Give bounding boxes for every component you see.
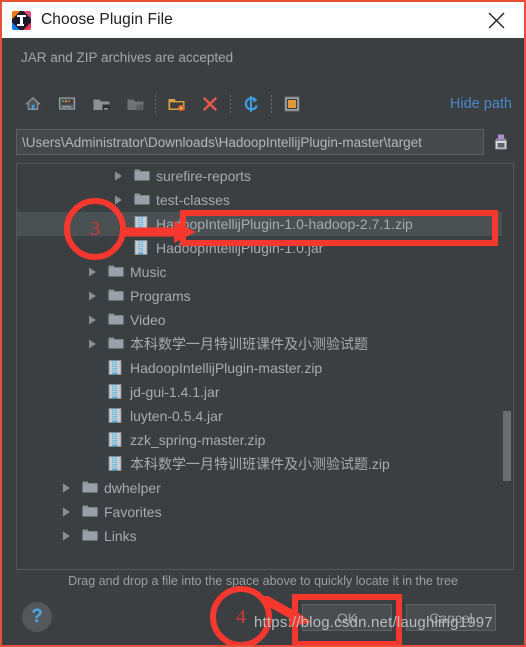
tree-row-label: Links — [104, 528, 137, 544]
tree-row[interactable]: zzk_spring-master.zip — [17, 428, 513, 452]
folder-icon — [82, 480, 98, 496]
tree-row-label: Favorites — [104, 504, 162, 520]
toolbar-separator — [271, 95, 272, 113]
chevron-right-icon[interactable] — [85, 289, 99, 303]
vertical-scrollbar[interactable] — [502, 164, 513, 569]
folder-icon — [82, 528, 98, 544]
tree-row[interactable]: 本科数学一月特训班课件及小测验试题.zip — [17, 452, 513, 476]
tree-row[interactable]: jd-gui-1.4.1.jar — [17, 380, 513, 404]
tree-row[interactable]: Links — [17, 524, 513, 548]
tree-row-label: Music — [130, 264, 167, 280]
tree-no-twisty — [85, 409, 99, 423]
tree-row-label: dwhelper — [104, 480, 161, 496]
tree-row-label: HadoopIntellijPlugin-master.zip — [130, 360, 323, 376]
scrollbar-thumb[interactable] — [503, 411, 511, 481]
folder-icon — [108, 312, 124, 328]
desktop-icon[interactable] — [50, 89, 84, 119]
toolbar-separator — [155, 95, 156, 113]
tree-row[interactable]: HadoopIntellijPlugin-master.zip — [17, 356, 513, 380]
toolbar-separator — [230, 95, 231, 113]
chevron-right-icon[interactable] — [59, 505, 73, 519]
archive-file-icon — [108, 408, 124, 424]
tree-no-twisty — [85, 361, 99, 375]
archive-file-icon — [108, 360, 124, 376]
folder-icon — [108, 336, 124, 352]
tree-row[interactable]: Video — [17, 308, 513, 332]
tree-row-label: jd-gui-1.4.1.jar — [130, 384, 220, 400]
tree-row[interactable]: Music — [17, 260, 513, 284]
tree-row[interactable]: surefire-reports — [17, 164, 513, 188]
tree-row-label: surefire-reports — [156, 168, 251, 184]
tree-row[interactable]: Favorites — [17, 500, 513, 524]
help-button[interactable]: ? — [22, 602, 52, 632]
folder-icon — [108, 264, 124, 280]
path-row: \Users\Administrator\Downloads\HadoopInt… — [16, 129, 514, 155]
chevron-right-icon[interactable] — [111, 169, 125, 183]
tree-no-twisty — [85, 385, 99, 399]
intellij-idea-logo-icon — [12, 10, 31, 30]
drag-drop-hint: Drag and drop a file into the space abov… — [68, 574, 458, 588]
folder-icon — [82, 504, 98, 520]
home-icon[interactable] — [16, 89, 50, 119]
tree-row[interactable]: Programs — [17, 284, 513, 308]
new-folder-icon[interactable] — [159, 89, 193, 119]
project-folder-icon[interactable] — [84, 89, 118, 119]
tree-no-twisty — [85, 433, 99, 447]
tree-row[interactable]: dwhelper — [17, 476, 513, 500]
tree-row-label: Video — [130, 312, 166, 328]
module-folder-icon[interactable] — [118, 89, 152, 119]
chevron-right-icon[interactable] — [59, 481, 73, 495]
tree-row[interactable]: 本科数学一月特训班课件及小测验试题 — [17, 332, 513, 356]
close-icon[interactable] — [474, 2, 518, 38]
chevron-right-icon[interactable] — [85, 337, 99, 351]
annotation-step-3: 3 — [64, 198, 126, 260]
tree-row-label: 本科数学一月特训班课件及小测验试题.zip — [130, 456, 390, 472]
tree-row-label: luyten-0.5.4.jar — [130, 408, 223, 424]
tree-row-label: zzk_spring-master.zip — [130, 432, 266, 448]
tree-row-label: 本科数学一月特训班课件及小测验试题 — [130, 336, 368, 352]
annotation-box-selected-file — [180, 210, 498, 246]
dialog-subtitle: JAR and ZIP archives are accepted — [21, 50, 234, 65]
archive-file-icon — [108, 432, 124, 448]
file-chooser-toolbar: Hide path — [16, 88, 512, 120]
window-title: Choose Plugin File — [41, 11, 173, 28]
archive-file-icon — [108, 384, 124, 400]
title-bar: Choose Plugin File — [2, 2, 524, 38]
tree-row[interactable]: luyten-0.5.4.jar — [17, 404, 513, 428]
show-hidden-icon[interactable] — [275, 89, 309, 119]
refresh-icon[interactable] — [234, 89, 268, 119]
chevron-right-icon[interactable] — [85, 313, 99, 327]
hide-path-link[interactable]: Hide path — [450, 96, 512, 112]
archive-file-icon — [108, 456, 124, 472]
chevron-right-icon[interactable] — [59, 529, 73, 543]
delete-icon[interactable] — [193, 89, 227, 119]
folder-icon — [134, 168, 150, 184]
choose-plugin-file-dialog: Choose Plugin File JAR and ZIP archives … — [0, 0, 526, 647]
chevron-right-icon[interactable] — [85, 265, 99, 279]
folder-icon — [108, 288, 124, 304]
tree-row-label: Programs — [130, 288, 191, 304]
save-path-icon[interactable] — [488, 129, 514, 155]
watermark-text: https://blog.csdn.net/laughling1997 — [254, 614, 493, 631]
folder-icon — [134, 192, 150, 208]
tree-row-label: test-classes — [156, 192, 230, 208]
path-input[interactable]: \Users\Administrator\Downloads\HadoopInt… — [16, 129, 484, 155]
tree-no-twisty — [85, 457, 99, 471]
